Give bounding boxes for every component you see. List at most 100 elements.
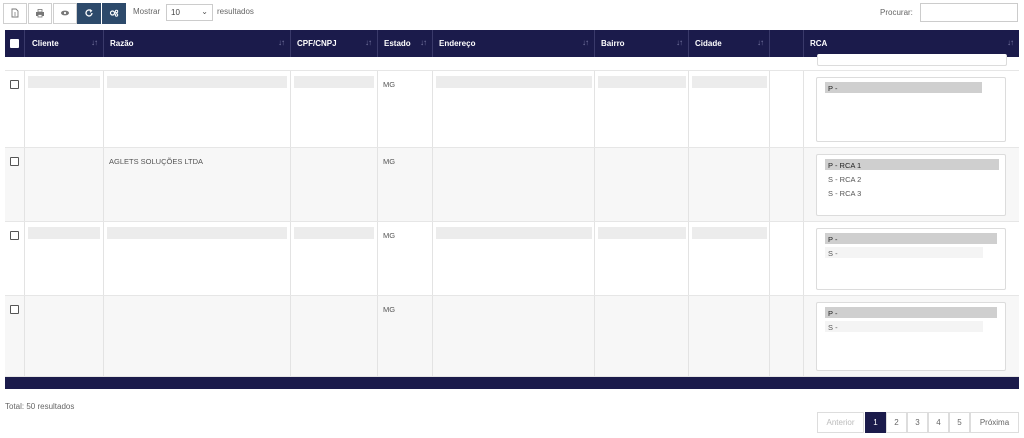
estado-cell: MG	[378, 71, 433, 147]
table-row[interactable]: MG P - S -	[5, 222, 1019, 296]
table-row[interactable]: MG P - S -	[5, 296, 1019, 377]
row-checkbox[interactable]	[10, 231, 19, 240]
bairro-cell	[595, 148, 689, 221]
search-input[interactable]	[920, 3, 1018, 22]
endereco-cell	[433, 71, 595, 147]
cidade-cell	[689, 222, 770, 295]
rca-item[interactable]: P -	[825, 233, 997, 244]
sort-icon: ↓↑	[91, 38, 98, 47]
column-header-razao[interactable]: Razão ↓↑	[104, 30, 291, 57]
refresh-button[interactable]	[77, 3, 101, 24]
page-button[interactable]: 5	[949, 412, 970, 433]
endereco-cell	[433, 148, 595, 221]
placeholder-bar	[692, 76, 767, 88]
rca-item[interactable]: S - RCA 3	[825, 187, 983, 198]
estado-value: MG	[383, 80, 396, 89]
column-header-cpf-cnpj[interactable]: CPF/CNPJ ↓↑	[291, 30, 378, 57]
row-select-cell	[5, 148, 25, 221]
select-all-checkbox[interactable]	[10, 39, 19, 48]
page-button[interactable]: 1	[865, 412, 886, 433]
settings-icon	[109, 5, 119, 23]
cpf-cell	[291, 148, 378, 221]
cpf-cell	[291, 296, 378, 376]
estado-value: MG	[383, 231, 396, 240]
search-label: Procurar:	[880, 8, 913, 17]
rca-item[interactable]: P - RCA 1	[825, 159, 999, 170]
cpf-cell	[291, 222, 378, 295]
page-size-value: 10	[171, 8, 180, 17]
print-icon	[35, 5, 45, 23]
column-header-rca[interactable]: RCA ↓↑	[804, 30, 1019, 57]
column-header-cliente[interactable]: Cliente ↓↑	[25, 30, 104, 57]
refresh-icon	[84, 5, 94, 23]
placeholder-bar	[598, 227, 686, 239]
table-toolbar: Mostrar 10 ⌄ resultados Procurar:	[0, 0, 1024, 30]
rca-list: P -	[816, 77, 1006, 142]
table-row[interactable]: MG P -	[5, 71, 1019, 148]
rca-item[interactable]: P -	[825, 82, 982, 93]
bairro-cell	[595, 296, 689, 376]
row-checkbox[interactable]	[10, 305, 19, 314]
cliente-cell	[25, 71, 104, 147]
next-page-button[interactable]: Próxima	[970, 412, 1019, 433]
cliente-cell	[25, 296, 104, 376]
cliente-cell	[25, 148, 104, 221]
placeholder-bar	[294, 76, 374, 88]
sort-icon: ↓↑	[757, 38, 764, 47]
cidade-cell	[689, 71, 770, 147]
column-header-estado[interactable]: Estado ↓↑	[378, 30, 433, 57]
prev-page-button[interactable]: Anterior	[817, 412, 864, 433]
row-select-cell	[5, 222, 25, 295]
sort-icon: ↓↑	[420, 38, 427, 47]
rca-item[interactable]: S -	[825, 247, 983, 258]
row-checkbox[interactable]	[10, 157, 19, 166]
settings-button[interactable]	[102, 3, 126, 24]
estado-cell: MG	[378, 148, 433, 221]
placeholder-bar	[107, 76, 287, 88]
page-button[interactable]: 3	[907, 412, 928, 433]
print-button[interactable]	[28, 3, 52, 24]
eye-icon	[60, 5, 70, 23]
rca-item[interactable]: P -	[825, 307, 997, 318]
rca-list: P - S -	[816, 302, 1006, 371]
column-header-cidade[interactable]: Cidade ↓↑	[689, 30, 770, 57]
row-select-cell	[5, 71, 25, 147]
sort-icon: ↓↑	[365, 38, 372, 47]
page-button[interactable]: 2	[886, 412, 907, 433]
column-header-blank	[770, 30, 804, 57]
cliente-cell	[25, 222, 104, 295]
estado-value: MG	[383, 157, 396, 166]
razao-value: AGLETS SOLUÇÕES LTDA	[109, 157, 204, 166]
page-size-select[interactable]: 10 ⌄	[166, 4, 213, 21]
placeholder-bar	[436, 227, 592, 239]
row-select-cell	[5, 296, 25, 376]
column-header-endereco[interactable]: Endereço ↓↑	[433, 30, 595, 57]
column-header-bairro[interactable]: Bairro ↓↑	[595, 30, 689, 57]
bairro-cell	[595, 71, 689, 147]
rca-box	[817, 54, 1007, 66]
sort-icon: ↓↑	[676, 38, 683, 47]
estado-cell: MG	[378, 296, 433, 376]
show-label: Mostrar	[133, 7, 161, 16]
estado-value: MG	[383, 305, 396, 314]
clients-table: Cliente ↓↑ Razão ↓↑ CPF/CNPJ ↓↑ Estado ↓↑ En…	[5, 30, 1019, 389]
table-row[interactable]: AGLETS SOLUÇÕES LTDA MG P - RCA 1 S - RCA 2…	[5, 148, 1019, 222]
endereco-cell	[433, 222, 595, 295]
placeholder-bar	[598, 76, 686, 88]
page-button[interactable]: 4	[928, 412, 949, 433]
placeholder-bar	[107, 227, 287, 239]
bairro-cell	[595, 222, 689, 295]
blank-cell	[770, 148, 804, 221]
rca-cell: P - RCA 1 S - RCA 2 S - RCA 3	[804, 148, 1019, 221]
cpf-cell	[291, 71, 378, 147]
rca-cell: P - S -	[804, 296, 1019, 376]
view-button[interactable]	[53, 3, 77, 24]
placeholder-bar	[28, 227, 100, 239]
placeholder-bar	[436, 76, 592, 88]
row-checkbox[interactable]	[10, 80, 19, 89]
rca-item[interactable]: S -	[825, 321, 983, 332]
rca-cell: P -	[804, 71, 1019, 147]
export-file-button[interactable]	[3, 3, 27, 24]
rca-item[interactable]: S - RCA 2	[825, 173, 983, 184]
estado-cell: MG	[378, 222, 433, 295]
